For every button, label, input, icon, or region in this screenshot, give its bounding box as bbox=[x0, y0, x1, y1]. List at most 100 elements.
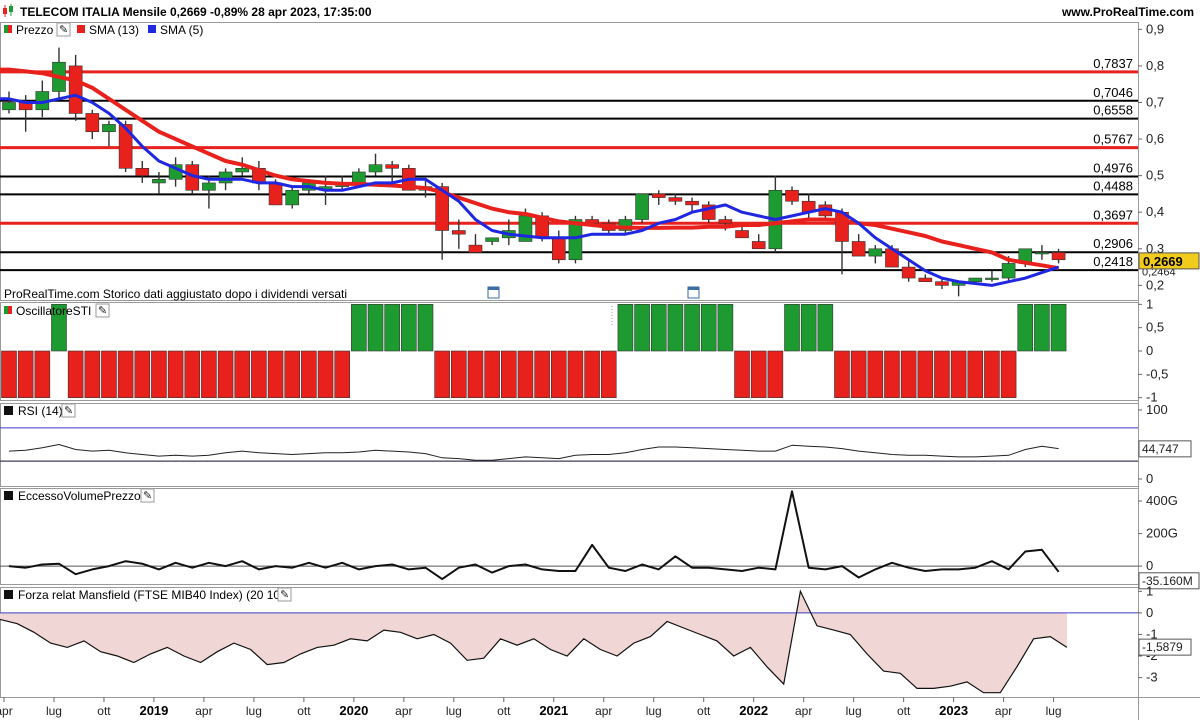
x-tick-label: lug bbox=[646, 704, 662, 718]
y-tick-label: 0,4 bbox=[1146, 204, 1164, 219]
oscillator-bar bbox=[767, 350, 784, 398]
wrench-icon[interactable]: ✎ bbox=[277, 587, 292, 602]
level-label: 0,5767 bbox=[1093, 132, 1133, 147]
x-tick-label: ott bbox=[697, 704, 711, 718]
oscillator-bar bbox=[117, 350, 134, 398]
oscillator-bar bbox=[867, 350, 884, 398]
y-tick-label: 0,2 bbox=[1146, 277, 1164, 292]
oscillator-y-axis: 10,50-0,5-1 bbox=[1138, 296, 1168, 405]
candle-body bbox=[368, 164, 383, 173]
oscillator-bar bbox=[1034, 304, 1050, 352]
oscillator-bar bbox=[284, 350, 301, 398]
site-url[interactable]: www.ProRealTime.com bbox=[1061, 5, 1194, 19]
y-tick-label: 0,5 bbox=[1146, 320, 1164, 335]
mansfield-y-axis: 10-1-2-3-1,5879 bbox=[1138, 583, 1192, 685]
dividend-footnote: ProRealTime.com Storico dati aggiustato … bbox=[4, 287, 347, 301]
candle-body bbox=[751, 241, 766, 250]
rsi-line bbox=[8, 444, 1059, 461]
x-tick-label: 2019 bbox=[139, 703, 168, 718]
y-tick-label: 1 bbox=[1146, 583, 1153, 598]
oscillator-bar bbox=[750, 350, 767, 398]
oscillator-bar bbox=[467, 350, 484, 398]
mansfield-legend: Forza relat Mansfield (FTSE MIB40 Index)… bbox=[4, 587, 292, 602]
oscillator-legend: OscillatoreSTI ✎ bbox=[4, 303, 110, 318]
volume-excess-line bbox=[0, 490, 1138, 581]
volume-legend: EccessoVolumePrezzo ✎ bbox=[4, 488, 155, 503]
candle-body bbox=[901, 266, 916, 279]
oscillator-bar bbox=[950, 350, 967, 398]
y-tick-label: 0 bbox=[1146, 471, 1153, 486]
calendar-icon[interactable] bbox=[487, 286, 500, 299]
y-tick-label: 0,8 bbox=[1146, 58, 1164, 73]
y-tick-label: 0 bbox=[1146, 343, 1153, 358]
oscillator-bar bbox=[1, 350, 17, 398]
oscillator-bar bbox=[434, 350, 450, 398]
oscillator-bar bbox=[384, 304, 400, 352]
candle-body bbox=[935, 281, 949, 286]
level-label: 0,7837 bbox=[1093, 56, 1133, 71]
y-tick-label: 100 bbox=[1146, 402, 1168, 417]
candle-body bbox=[2, 102, 16, 111]
oscillator-bar bbox=[900, 350, 917, 398]
x-tick-label: ott bbox=[897, 704, 911, 718]
x-tick-label: lug bbox=[846, 704, 862, 718]
oscillator-bar bbox=[700, 304, 717, 352]
mansfield-area bbox=[0, 589, 1138, 694]
y-tick-label: 0 bbox=[1146, 605, 1153, 620]
x-tick-label: lug bbox=[246, 704, 262, 718]
volume-y-axis: 400G200G0-35.160M bbox=[1138, 493, 1200, 590]
legend-volume: EccessoVolumePrezzo bbox=[18, 489, 141, 503]
x-tick-label: apr bbox=[795, 704, 812, 718]
x-tick-label: 2020 bbox=[339, 703, 368, 718]
oscillator-bar bbox=[1017, 304, 1034, 352]
y-tick-label: 0,7 bbox=[1146, 94, 1164, 109]
candle-body bbox=[268, 182, 283, 206]
wrench-icon[interactable]: ✎ bbox=[56, 22, 71, 37]
x-tick-label: apr bbox=[995, 704, 1012, 718]
oscillator-bar bbox=[734, 350, 750, 398]
wrench-icon[interactable]: ✎ bbox=[61, 403, 76, 418]
y-tick-label: -0,5 bbox=[1146, 366, 1168, 381]
legend-rsi: RSI (14) bbox=[18, 404, 63, 418]
oscillator-bar bbox=[17, 350, 34, 398]
oscillator-bar bbox=[500, 350, 517, 398]
candle-body bbox=[718, 219, 733, 224]
oscillator-bar bbox=[101, 350, 117, 398]
candle-body bbox=[218, 171, 233, 184]
oscillator-bar bbox=[134, 350, 151, 398]
candle-body bbox=[468, 244, 483, 253]
x-tick-label: lug bbox=[446, 704, 462, 718]
oscillator-bar bbox=[567, 350, 584, 398]
oscillator-bar bbox=[817, 304, 834, 352]
oscillator-bar bbox=[401, 304, 417, 352]
candle-body bbox=[635, 193, 649, 220]
chart-canvas: TELECOM ITALIA Mensile 0,2669 -0,89% 28 … bbox=[0, 0, 1200, 720]
oscillator-bars bbox=[1, 304, 1067, 398]
oscillator-bar bbox=[217, 350, 234, 398]
level-label: 0,7046 bbox=[1093, 85, 1133, 100]
oscillator-bar bbox=[600, 350, 617, 398]
oscillator-bar bbox=[934, 350, 950, 398]
rsi-value-label: 44,747 bbox=[1142, 442, 1179, 456]
oscillator-bar bbox=[784, 304, 800, 352]
oscillator-bar bbox=[67, 350, 84, 398]
x-tick-label: ott bbox=[97, 704, 111, 718]
oscillator-bar bbox=[684, 304, 700, 352]
oscillator-bar bbox=[267, 350, 284, 398]
candle-body bbox=[685, 200, 699, 206]
calendar-icon[interactable] bbox=[687, 286, 700, 299]
legend-price: Prezzo bbox=[16, 23, 54, 37]
legend-sma5: SMA (5) bbox=[160, 23, 203, 37]
chart-window: TELECOM ITALIA Mensile 0,2669 -0,89% 28 … bbox=[0, 0, 1200, 720]
candle-body bbox=[551, 237, 566, 261]
oscillator-bar bbox=[451, 350, 467, 398]
x-axis: apr lug ott 2019 apr lug ott 2020 apr lug ott 2021 a… bbox=[0, 697, 1062, 718]
wrench-icon[interactable]: ✎ bbox=[140, 488, 155, 503]
wrench-icon[interactable]: ✎ bbox=[95, 303, 110, 318]
y-tick-label: 400G bbox=[1146, 493, 1178, 508]
y-tick-label: 200G bbox=[1146, 526, 1178, 541]
legend-oscillator: OscillatoreSTI bbox=[16, 304, 91, 318]
candle-body bbox=[785, 189, 799, 202]
candle-body bbox=[651, 193, 666, 198]
oscillator-bar bbox=[1050, 304, 1067, 352]
